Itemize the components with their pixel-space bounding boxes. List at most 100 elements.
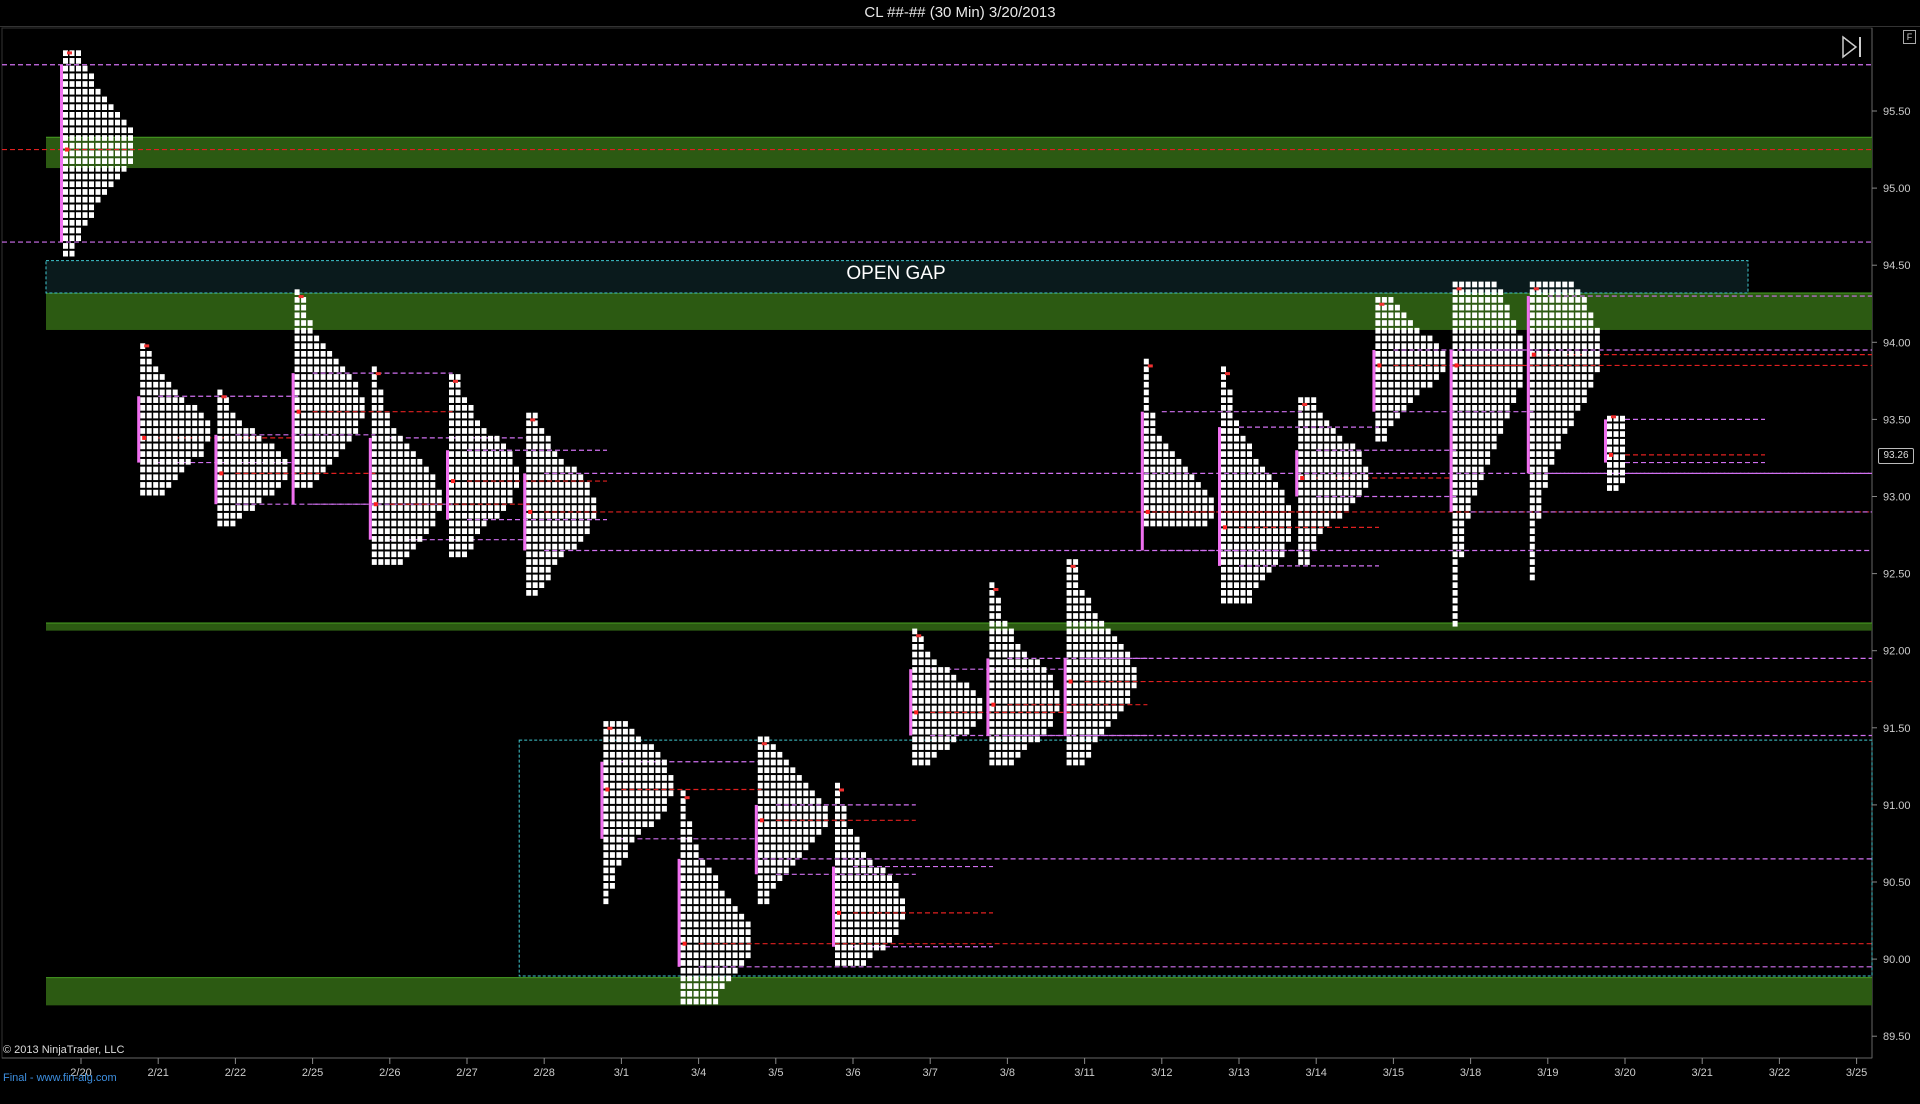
tpo-cell <box>578 512 584 519</box>
tpo-cell <box>687 944 693 951</box>
tpo-cell <box>532 505 538 511</box>
tpo-cell <box>236 451 242 457</box>
tpo-cell <box>63 73 68 80</box>
tpo-cell <box>989 605 995 612</box>
tpo-cell <box>1234 505 1239 511</box>
tpo-cell <box>1620 462 1625 468</box>
tpo-cell <box>1227 420 1233 427</box>
initial-balance-bar <box>600 761 604 839</box>
tpo-cell <box>1253 536 1259 542</box>
tpo-cell <box>371 466 377 473</box>
tpo-cell <box>565 474 571 481</box>
tpo-cell <box>1588 312 1594 319</box>
tpo-cell <box>223 420 229 427</box>
tpo-cell <box>1008 659 1014 666</box>
tpo-cell <box>1002 690 1008 696</box>
tpo-cell <box>951 674 957 681</box>
tpo-cell <box>1452 389 1458 396</box>
tpo-cell <box>481 428 487 434</box>
tpo-cell <box>1472 320 1478 326</box>
tpo-cell <box>1465 320 1471 326</box>
tpo-cell <box>552 505 558 511</box>
tpo-cell <box>1420 335 1426 342</box>
market-profile-chart: 89.5090.0090.5091.0091.5092.0092.5093.00… <box>1 27 1911 1079</box>
tpo-cell <box>69 158 75 164</box>
tpo-cell <box>1240 443 1246 450</box>
tpo-cell <box>1452 451 1458 457</box>
tpo-cell <box>700 944 706 951</box>
tpo-cell <box>1388 389 1394 396</box>
tpo-cell <box>854 906 860 912</box>
tpo-cell <box>1485 358 1491 365</box>
tpo-cell <box>1260 466 1265 473</box>
tpo-cell <box>378 505 384 511</box>
tpo-cell <box>468 412 474 419</box>
tpo-cell <box>1394 343 1400 350</box>
tpo-cell <box>1498 351 1504 357</box>
tpo-cell <box>1221 443 1226 450</box>
scroll-to-end-icon[interactable] <box>1840 34 1866 60</box>
time-tick-label: 2/25 <box>302 1067 323 1079</box>
tpo-cell <box>995 613 1001 619</box>
tpo-cell <box>1343 489 1349 496</box>
tpo-cell <box>1529 482 1535 488</box>
tpo-cell <box>777 859 783 866</box>
tpo-cell <box>918 705 924 712</box>
tpo-cell <box>1086 682 1092 689</box>
tpo-cell <box>1099 643 1105 650</box>
tpo-cell <box>346 412 352 419</box>
tpo-cell <box>192 412 198 419</box>
tpo-cell <box>732 960 738 966</box>
tpo-cell <box>995 690 1001 696</box>
tpo-cell <box>1337 466 1343 473</box>
tpo-cell <box>1337 443 1343 450</box>
tpo-cell <box>1529 551 1535 558</box>
tpo-cell <box>1176 520 1182 527</box>
tpo-cell <box>1227 566 1233 573</box>
tpo-cell <box>609 759 615 766</box>
website-link[interactable]: Final - www.fin-alg.com <box>3 1072 117 1084</box>
tpo-cell <box>1536 297 1542 303</box>
tpo-cell <box>455 551 461 558</box>
tpo-cell <box>1311 466 1317 473</box>
tpo-cell <box>1176 466 1182 473</box>
tpo-cell <box>1150 482 1156 488</box>
tpo-cell <box>185 435 191 442</box>
tpo-cell <box>1517 335 1523 342</box>
tpo-cell <box>69 212 75 218</box>
tpo-cell <box>481 497 487 504</box>
open-marker <box>916 634 922 638</box>
tpo-cell <box>462 528 467 535</box>
tpo-cell <box>307 320 313 326</box>
tpo-cell <box>1034 721 1040 727</box>
tpo-cell <box>371 559 377 565</box>
tpo-cell <box>1529 566 1535 573</box>
tpo-cell <box>166 451 172 457</box>
tpo-cell <box>1073 759 1079 766</box>
tpo-cell <box>1536 327 1542 334</box>
tpo-cell <box>532 536 538 542</box>
tpo-cell <box>82 212 88 218</box>
tpo-cell <box>861 883 866 889</box>
tpo-cell <box>153 428 159 434</box>
tpo-cell <box>764 736 770 743</box>
tpo-cell <box>1195 497 1201 504</box>
tpo-cell <box>223 505 229 511</box>
tpo-cell <box>1381 320 1387 326</box>
tpo-cell <box>1317 435 1323 442</box>
tpo-cell <box>1240 451 1246 457</box>
tpo-cell <box>1485 428 1491 434</box>
tpo-cell <box>854 883 860 889</box>
tpo-cell <box>1311 528 1317 535</box>
tpo-cell <box>571 497 577 504</box>
tpo-cell <box>153 412 159 419</box>
tpo-cell <box>1021 697 1027 704</box>
tpo-cell <box>249 474 255 481</box>
tpo-cell <box>384 528 390 535</box>
tpo-cell <box>770 836 776 843</box>
tpo-cell <box>307 335 313 342</box>
support-zone <box>46 977 1872 1006</box>
tpo-cell <box>545 520 551 527</box>
tpo-cell <box>1279 520 1285 527</box>
tpo-cell <box>340 397 346 403</box>
